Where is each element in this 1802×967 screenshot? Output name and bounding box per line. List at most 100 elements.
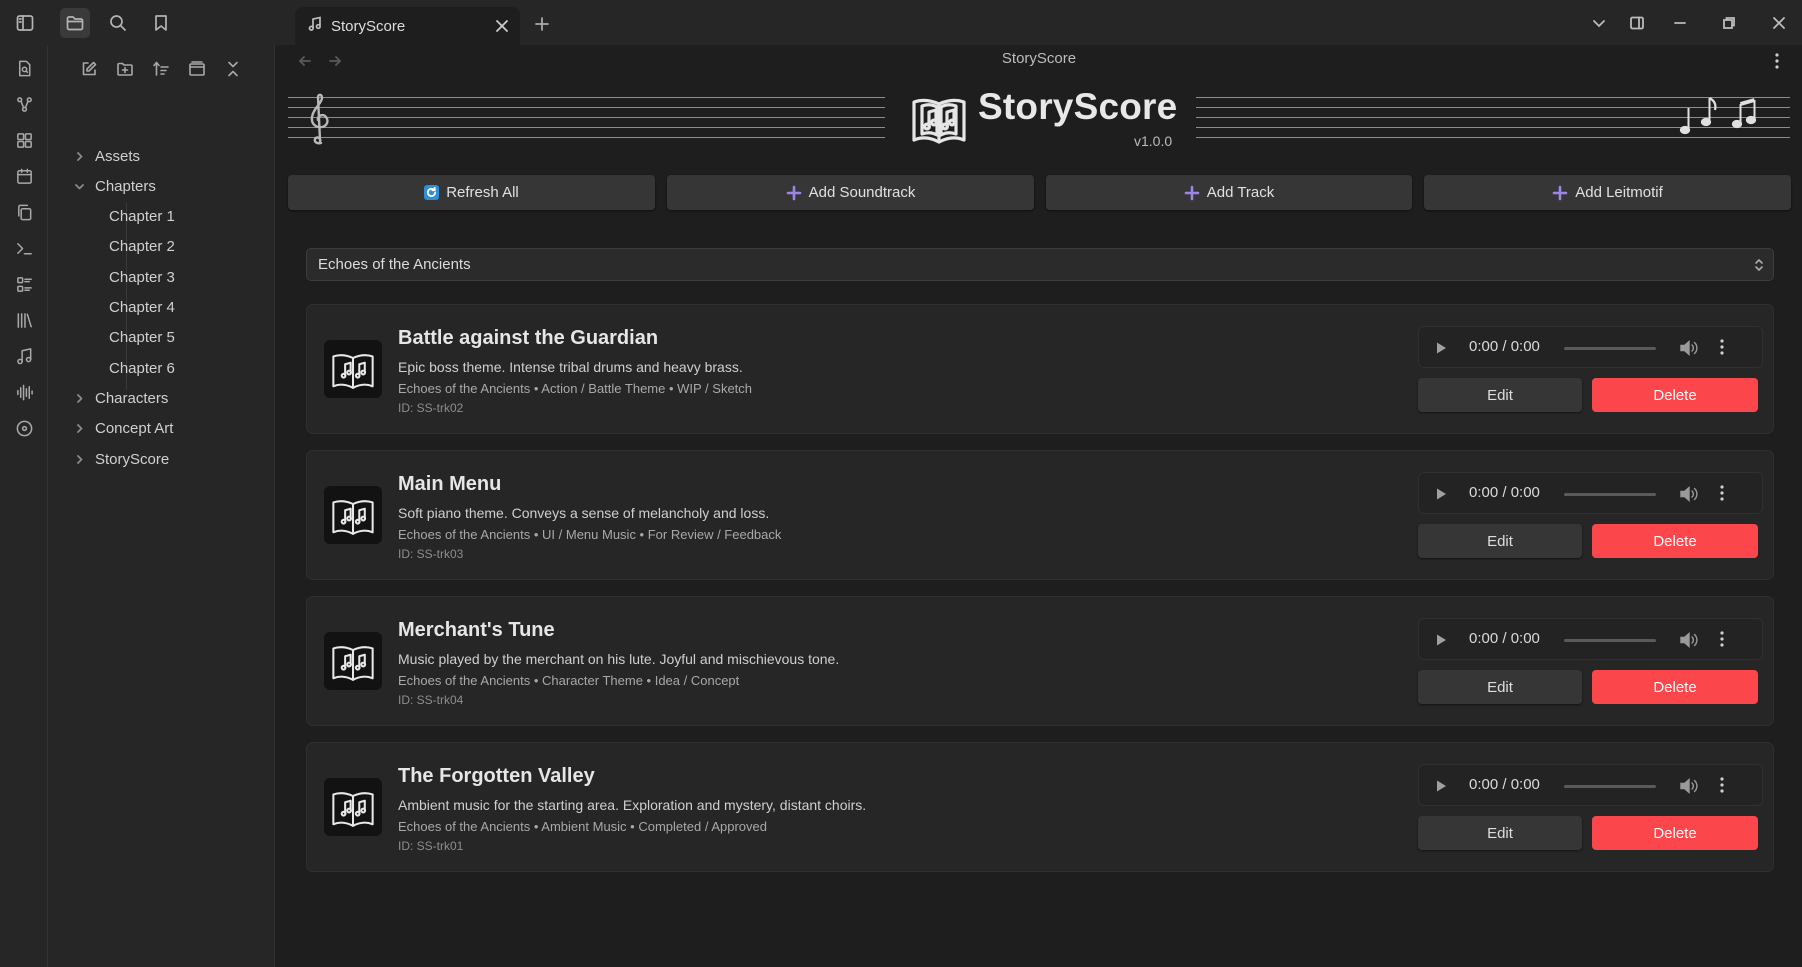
file-chapter-6[interactable]: Chapter 6 xyxy=(109,355,175,381)
refresh-icon xyxy=(424,185,440,200)
storyscore-logo-icon xyxy=(910,90,968,146)
tree-item-label: Assets xyxy=(95,147,141,165)
tree-item-label: Chapter 1 xyxy=(109,208,175,226)
volume-icon[interactable] xyxy=(1679,485,1699,503)
chevron-right-icon xyxy=(71,148,87,164)
close-icon[interactable] xyxy=(492,16,512,36)
audio-time: 0:00 / 0:00 xyxy=(1469,776,1540,793)
disc-icon[interactable] xyxy=(9,413,39,443)
play-icon[interactable] xyxy=(1433,778,1449,794)
add-track-button[interactable]: Add Track xyxy=(1046,175,1412,210)
audio-progress-slider[interactable] xyxy=(1564,639,1656,642)
bookmark-icon[interactable] xyxy=(146,8,176,38)
audio-time: 0:00 / 0:00 xyxy=(1469,338,1540,355)
collapse-all-icon[interactable] xyxy=(219,55,247,83)
tab-storyscore[interactable]: StoryScore xyxy=(295,7,520,45)
calendar-icon[interactable] xyxy=(9,161,39,191)
track-cover-icon xyxy=(324,486,382,544)
chevron-right-icon xyxy=(71,421,87,437)
music-notes-icon xyxy=(1679,96,1791,136)
search-icon[interactable] xyxy=(103,8,133,38)
audio-progress-slider[interactable] xyxy=(1564,785,1656,788)
add-soundtrack-button[interactable]: Add Soundtrack xyxy=(667,175,1034,210)
file-chapter-5[interactable]: Chapter 5 xyxy=(109,325,175,351)
edit-button[interactable]: Edit xyxy=(1418,378,1582,412)
tree-item-label: Chapters xyxy=(95,177,156,195)
sidebar-toggle-icon[interactable] xyxy=(10,8,40,38)
folder-characters[interactable]: Characters xyxy=(71,385,168,411)
audio-progress-slider[interactable] xyxy=(1564,347,1656,350)
delete-button[interactable]: Delete xyxy=(1592,524,1758,558)
more-options-icon[interactable] xyxy=(1715,630,1729,648)
chevron-right-icon xyxy=(71,390,87,406)
copy-icon[interactable] xyxy=(9,197,39,227)
track-title: The Forgotten Valley xyxy=(398,765,595,787)
terminal-icon[interactable] xyxy=(9,233,39,263)
delete-button[interactable]: Delete xyxy=(1592,816,1758,850)
folder-storyscore[interactable]: StoryScore xyxy=(71,446,169,472)
track-card: Main Menu Soft piano theme. Conveys a se… xyxy=(306,450,1774,580)
folder-icon[interactable] xyxy=(60,8,90,38)
file-icon[interactable] xyxy=(9,53,39,83)
graph-icon[interactable] xyxy=(9,89,39,119)
music-note-icon xyxy=(307,16,323,36)
music-note-icon[interactable] xyxy=(9,341,39,371)
volume-icon[interactable] xyxy=(1679,777,1699,795)
folder-chapters[interactable]: Chapters xyxy=(71,173,156,199)
track-card: Battle against the Guardian Epic boss th… xyxy=(306,304,1774,434)
file-chapter-1[interactable]: Chapter 1 xyxy=(109,204,175,230)
file-explorer: Assets Chapters Chapter 1 Chapter 2 Chapter … xyxy=(48,45,275,967)
track-meta: Echoes of the Ancients • Ambient Music •… xyxy=(398,819,767,834)
add-leitmotif-label: Add Leitmotif xyxy=(1575,184,1663,201)
minimize-icon[interactable] xyxy=(1663,8,1697,38)
view-title: StoryScore xyxy=(1001,50,1077,67)
edit-button[interactable]: Edit xyxy=(1418,816,1582,850)
track-title: Main Menu xyxy=(398,473,502,495)
ribbon xyxy=(0,45,48,967)
more-options-icon[interactable] xyxy=(1715,484,1729,502)
delete-button[interactable]: Delete xyxy=(1592,670,1758,704)
file-chapter-4[interactable]: Chapter 4 xyxy=(109,295,175,321)
audio-progress-slider[interactable] xyxy=(1564,493,1656,496)
waveform-icon[interactable] xyxy=(9,377,39,407)
track-title: Battle against the Guardian xyxy=(398,327,659,349)
app-version: v1.0.0 xyxy=(1134,133,1173,149)
volume-icon[interactable] xyxy=(1679,631,1699,649)
track-title: Merchant's Tune xyxy=(398,619,555,641)
more-options-icon[interactable] xyxy=(1715,338,1729,356)
auto-reveal-icon[interactable] xyxy=(183,55,211,83)
right-sidebar-toggle-icon[interactable] xyxy=(1620,8,1654,38)
soundtrack-select[interactable]: Echoes of the Ancients xyxy=(306,248,1774,281)
window-close-icon[interactable] xyxy=(1762,8,1796,38)
edit-button[interactable]: Edit xyxy=(1418,524,1582,558)
file-chapter-2[interactable]: Chapter 2 xyxy=(109,234,175,260)
add-leitmotif-button[interactable]: Add Leitmotif xyxy=(1424,175,1791,210)
library-icon[interactable] xyxy=(9,305,39,335)
more-options-icon[interactable] xyxy=(1715,776,1729,794)
tree-item-label: Chapter 2 xyxy=(109,238,175,256)
delete-button[interactable]: Delete xyxy=(1592,378,1758,412)
play-icon[interactable] xyxy=(1433,486,1449,502)
folder-concept-art[interactable]: Concept Art xyxy=(71,416,173,442)
volume-icon[interactable] xyxy=(1679,339,1699,357)
refresh-all-button[interactable]: Refresh All xyxy=(288,175,655,210)
chevron-down-icon[interactable] xyxy=(1582,8,1616,38)
list-icon[interactable] xyxy=(9,269,39,299)
file-chapter-3[interactable]: Chapter 3 xyxy=(109,264,175,290)
treble-clef-icon xyxy=(305,93,335,145)
new-tab-icon[interactable] xyxy=(530,12,554,36)
track-description: Soft piano theme. Conveys a sense of mel… xyxy=(398,505,770,521)
audio-player: 0:00 / 0:00 xyxy=(1418,326,1763,368)
play-icon[interactable] xyxy=(1433,340,1449,356)
track-description: Music played by the merchant on his lute… xyxy=(398,651,840,667)
play-icon[interactable] xyxy=(1433,632,1449,648)
edit-button[interactable]: Edit xyxy=(1418,670,1582,704)
sort-icon[interactable] xyxy=(147,55,175,83)
more-options-icon[interactable] xyxy=(1766,49,1788,73)
new-folder-icon[interactable] xyxy=(111,55,139,83)
restore-icon[interactable] xyxy=(1712,8,1746,38)
chevron-right-icon xyxy=(71,451,87,467)
canvas-icon[interactable] xyxy=(9,125,39,155)
folder-assets[interactable]: Assets xyxy=(71,143,140,169)
new-note-icon[interactable] xyxy=(75,55,103,83)
